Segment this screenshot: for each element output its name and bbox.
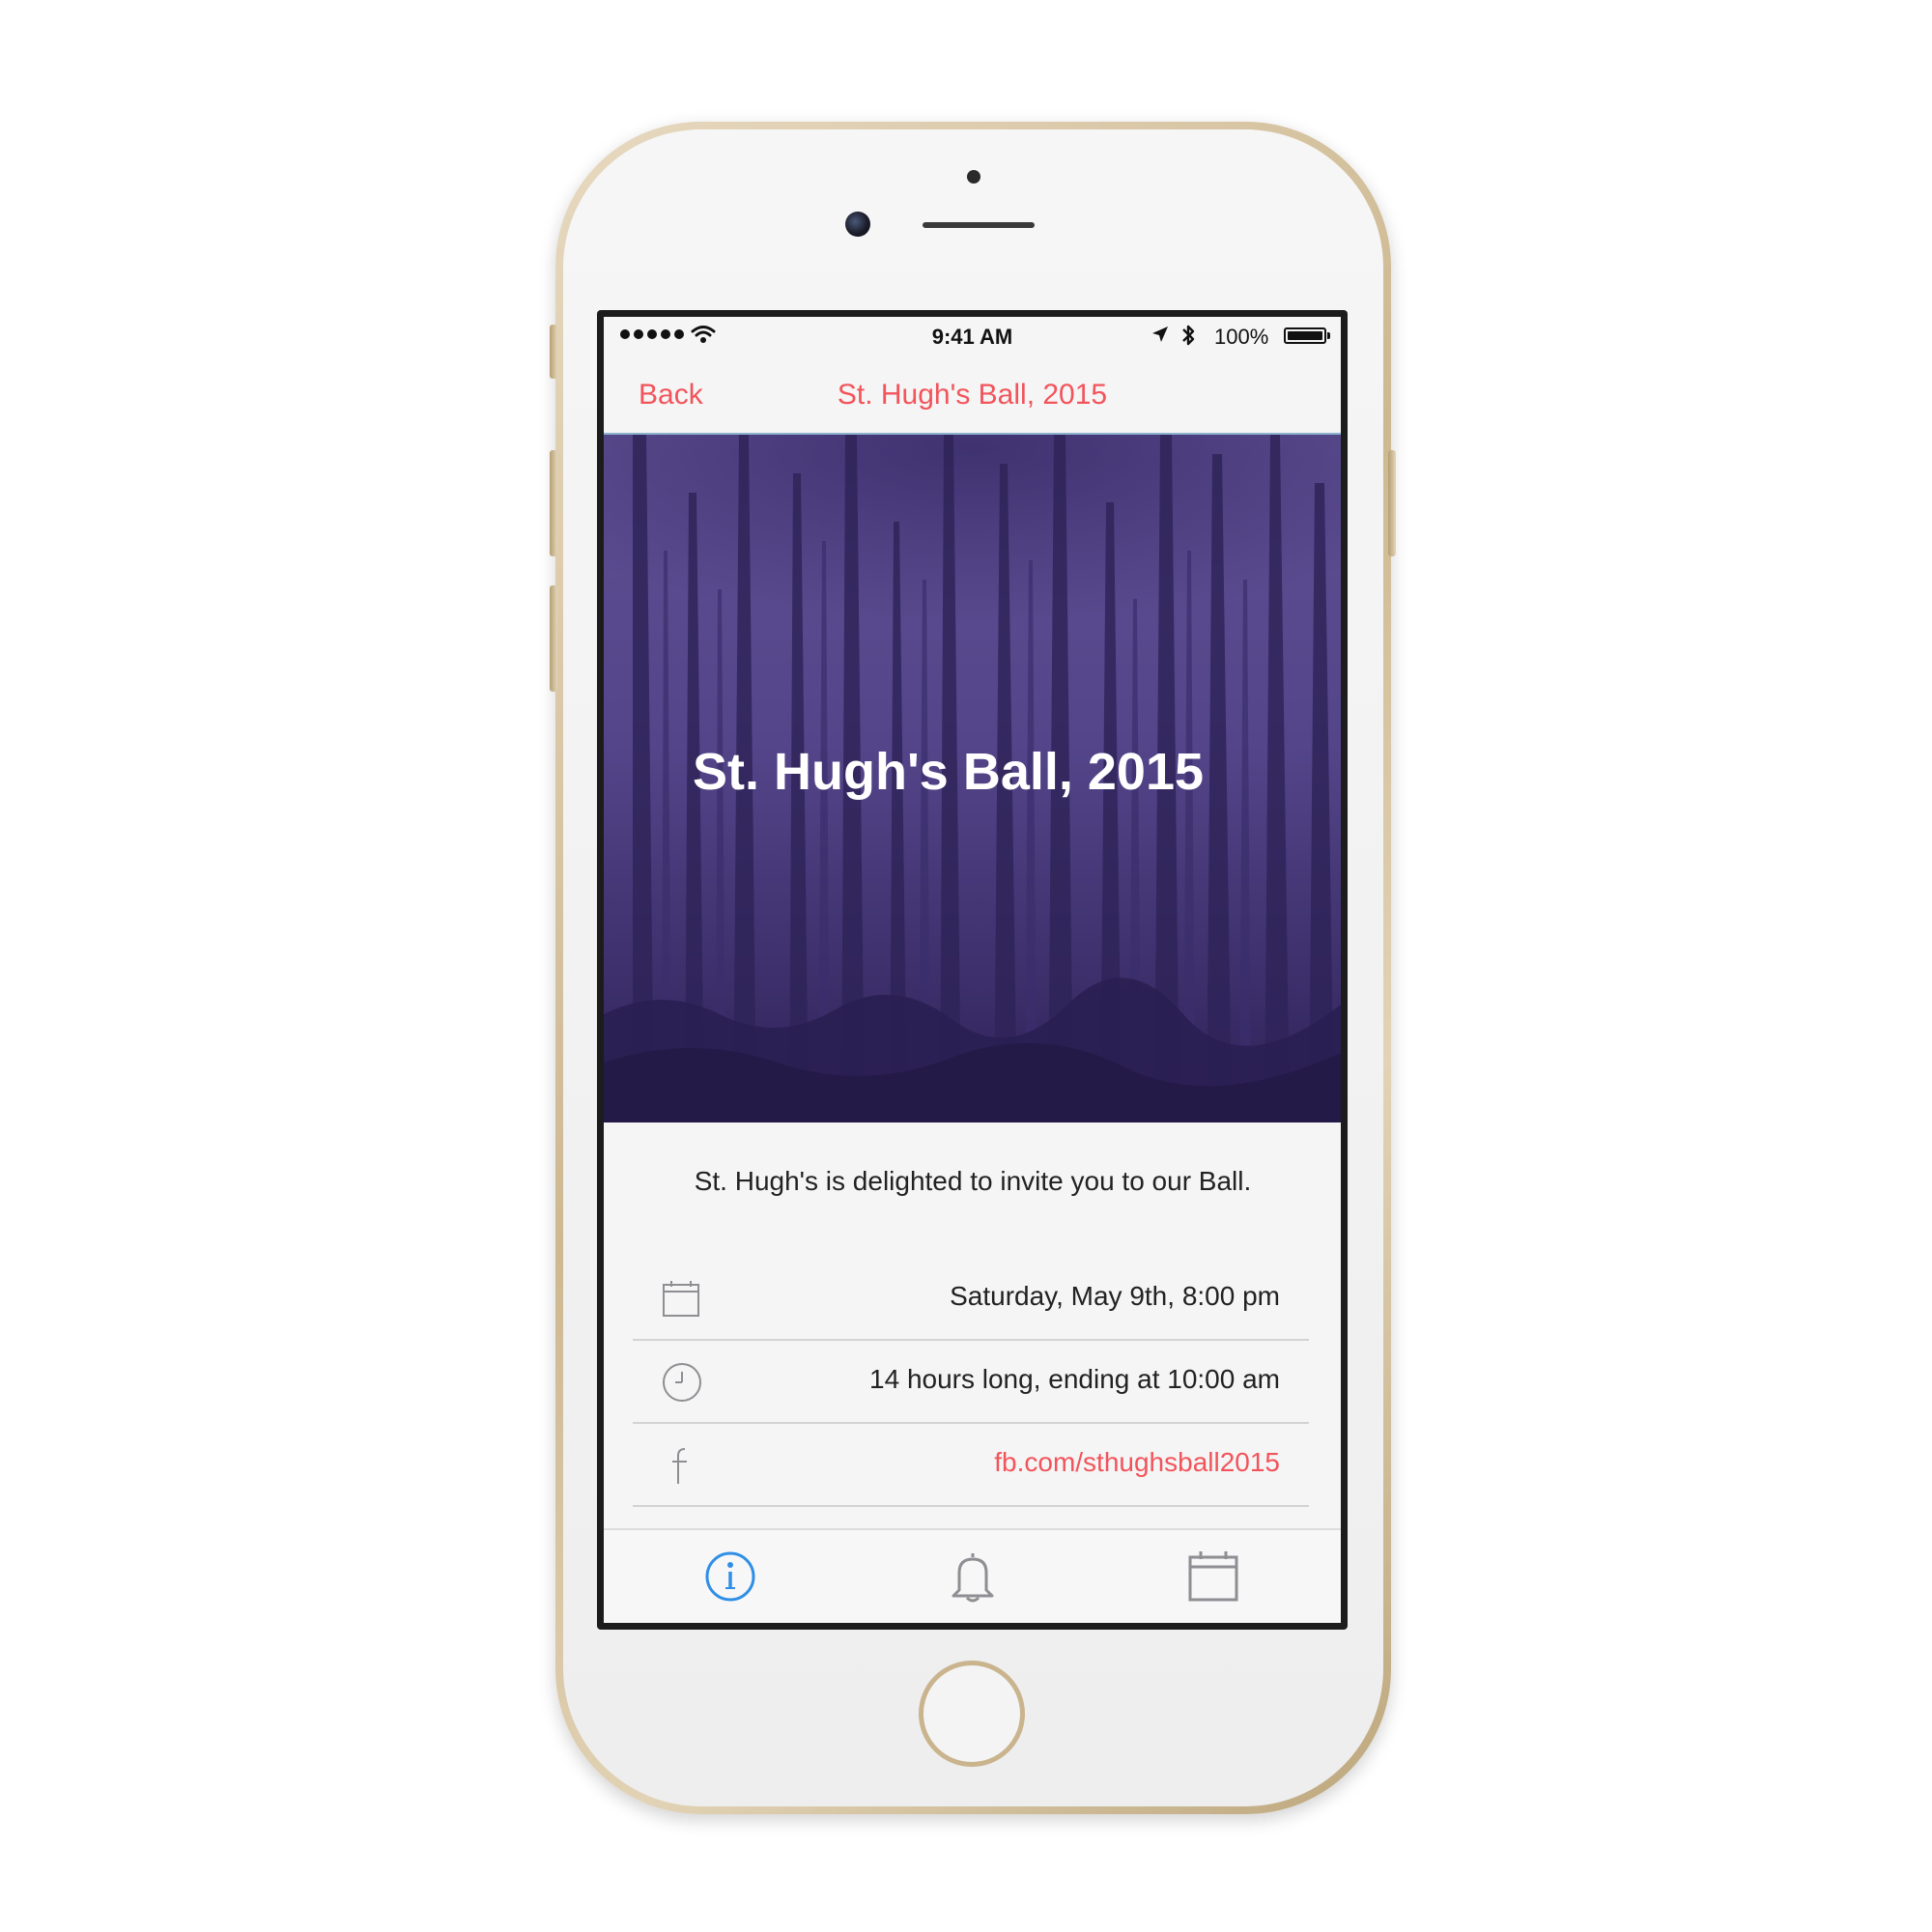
volume-up-button — [550, 450, 557, 556]
home-button[interactable] — [919, 1661, 1025, 1767]
nav-title: St. Hugh's Ball, 2015 — [837, 379, 1108, 411]
event-date-text: Saturday, May 9th, 8:00 pm — [950, 1281, 1280, 1311]
location-arrow-icon — [1152, 327, 1168, 342]
event-details: St. Hugh's is delighted to invite you to… — [604, 1122, 1341, 1519]
bluetooth-icon — [1182, 325, 1195, 346]
hero-title: St. Hugh's Ball, 2015 — [693, 743, 1205, 801]
status-bar: 9:41 AM 100% — [604, 317, 1341, 355]
calendar-icon — [663, 1281, 699, 1317]
earpiece-speaker — [923, 222, 1035, 228]
event-duration-text: 14 hours long, ending at 10:00 am — [869, 1364, 1280, 1394]
mute-switch — [550, 325, 557, 379]
power-button — [1388, 450, 1396, 556]
tab-bar — [604, 1528, 1341, 1623]
front-camera — [845, 212, 870, 237]
detail-row-duration: 14 hours long, ending at 10:00 am — [633, 1341, 1309, 1424]
volume-down-button — [550, 585, 557, 692]
battery-percentage: 100% — [1214, 325, 1269, 349]
proximity-sensor — [967, 170, 980, 184]
calendar-icon — [1188, 1551, 1238, 1602]
hero-image: St. Hugh's Ball, 2015 — [604, 435, 1341, 1122]
stage: 9:41 AM 100% Back St. Hugh's Ball, 2015 — [0, 0, 1932, 1932]
navigation-bar: Back St. Hugh's Ball, 2015 — [604, 355, 1341, 435]
event-intro: St. Hugh's is delighted to invite you to… — [694, 1166, 1252, 1196]
detail-row-facebook[interactable]: fb.com/sthughsball2015 — [633, 1424, 1309, 1507]
phone-screen: 9:41 AM 100% Back St. Hugh's Ball, 2015 — [604, 317, 1341, 1623]
info-icon — [705, 1551, 755, 1602]
battery-nub — [1327, 332, 1330, 339]
tab-notifications[interactable] — [944, 1549, 1002, 1604]
tab-calendar[interactable] — [1184, 1549, 1242, 1604]
detail-row-date: Saturday, May 9th, 8:00 pm — [633, 1258, 1309, 1341]
facebook-icon — [672, 1448, 687, 1484]
tab-info[interactable] — [701, 1549, 759, 1604]
bell-icon — [952, 1553, 994, 1603]
battery-icon — [1284, 327, 1326, 344]
clock-icon — [663, 1363, 701, 1402]
facebook-link[interactable]: fb.com/sthughsball2015 — [994, 1447, 1280, 1478]
